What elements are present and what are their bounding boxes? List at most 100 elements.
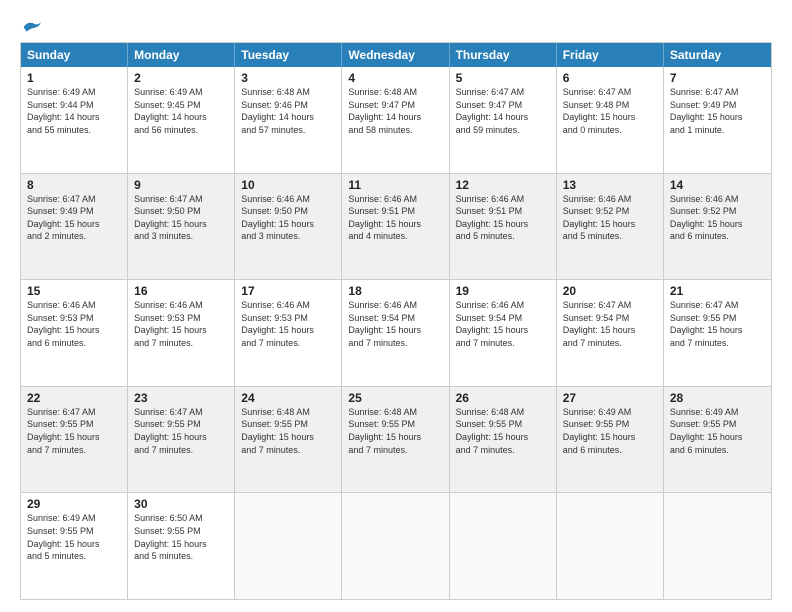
calendar-cell-3: 3Sunrise: 6:48 AM Sunset: 9:46 PM Daylig… [235,67,342,173]
calendar-cell-17: 17Sunrise: 6:46 AM Sunset: 9:53 PM Dayli… [235,280,342,386]
calendar-body: 1Sunrise: 6:49 AM Sunset: 9:44 PM Daylig… [21,67,771,599]
day-number: 24 [241,391,335,405]
calendar-cell-15: 15Sunrise: 6:46 AM Sunset: 9:53 PM Dayli… [21,280,128,386]
calendar-cell-26: 26Sunrise: 6:48 AM Sunset: 9:55 PM Dayli… [450,387,557,493]
day-number: 7 [670,71,765,85]
calendar-cell-23: 23Sunrise: 6:47 AM Sunset: 9:55 PM Dayli… [128,387,235,493]
cell-info-text: Sunrise: 6:46 AM Sunset: 9:50 PM Dayligh… [241,193,335,243]
cell-info-text: Sunrise: 6:47 AM Sunset: 9:50 PM Dayligh… [134,193,228,243]
logo-bird-icon [22,18,44,36]
day-number: 12 [456,178,550,192]
calendar-row-3: 15Sunrise: 6:46 AM Sunset: 9:53 PM Dayli… [21,279,771,386]
header-day-sunday: Sunday [21,43,128,67]
day-number: 6 [563,71,657,85]
header-day-thursday: Thursday [450,43,557,67]
day-number: 30 [134,497,228,511]
cell-info-text: Sunrise: 6:49 AM Sunset: 9:44 PM Dayligh… [27,86,121,136]
calendar-cell-empty [557,493,664,599]
page: SundayMondayTuesdayWednesdayThursdayFrid… [0,0,792,612]
cell-info-text: Sunrise: 6:47 AM Sunset: 9:49 PM Dayligh… [670,86,765,136]
calendar-cell-30: 30Sunrise: 6:50 AM Sunset: 9:55 PM Dayli… [128,493,235,599]
cell-info-text: Sunrise: 6:47 AM Sunset: 9:48 PM Dayligh… [563,86,657,136]
calendar-cell-18: 18Sunrise: 6:46 AM Sunset: 9:54 PM Dayli… [342,280,449,386]
calendar-header: SundayMondayTuesdayWednesdayThursdayFrid… [21,43,771,67]
calendar-cell-14: 14Sunrise: 6:46 AM Sunset: 9:52 PM Dayli… [664,174,771,280]
calendar-row-2: 8Sunrise: 6:47 AM Sunset: 9:49 PM Daylig… [21,173,771,280]
calendar-row-4: 22Sunrise: 6:47 AM Sunset: 9:55 PM Dayli… [21,386,771,493]
day-number: 25 [348,391,442,405]
header [20,18,772,36]
day-number: 14 [670,178,765,192]
cell-info-text: Sunrise: 6:46 AM Sunset: 9:54 PM Dayligh… [456,299,550,349]
calendar-cell-empty [450,493,557,599]
day-number: 3 [241,71,335,85]
calendar-cell-4: 4Sunrise: 6:48 AM Sunset: 9:47 PM Daylig… [342,67,449,173]
calendar-cell-empty [235,493,342,599]
calendar-cell-10: 10Sunrise: 6:46 AM Sunset: 9:50 PM Dayli… [235,174,342,280]
day-number: 1 [27,71,121,85]
cell-info-text: Sunrise: 6:50 AM Sunset: 9:55 PM Dayligh… [134,512,228,562]
header-day-monday: Monday [128,43,235,67]
cell-info-text: Sunrise: 6:48 AM Sunset: 9:55 PM Dayligh… [241,406,335,456]
header-day-saturday: Saturday [664,43,771,67]
calendar-cell-1: 1Sunrise: 6:49 AM Sunset: 9:44 PM Daylig… [21,67,128,173]
calendar-cell-2: 2Sunrise: 6:49 AM Sunset: 9:45 PM Daylig… [128,67,235,173]
day-number: 23 [134,391,228,405]
cell-info-text: Sunrise: 6:49 AM Sunset: 9:55 PM Dayligh… [27,512,121,562]
cell-info-text: Sunrise: 6:47 AM Sunset: 9:49 PM Dayligh… [27,193,121,243]
day-number: 8 [27,178,121,192]
header-day-tuesday: Tuesday [235,43,342,67]
day-number: 28 [670,391,765,405]
cell-info-text: Sunrise: 6:46 AM Sunset: 9:53 PM Dayligh… [134,299,228,349]
header-day-friday: Friday [557,43,664,67]
calendar-cell-27: 27Sunrise: 6:49 AM Sunset: 9:55 PM Dayli… [557,387,664,493]
day-number: 19 [456,284,550,298]
day-number: 26 [456,391,550,405]
cell-info-text: Sunrise: 6:46 AM Sunset: 9:54 PM Dayligh… [348,299,442,349]
cell-info-text: Sunrise: 6:48 AM Sunset: 9:55 PM Dayligh… [456,406,550,456]
calendar-cell-25: 25Sunrise: 6:48 AM Sunset: 9:55 PM Dayli… [342,387,449,493]
calendar-cell-8: 8Sunrise: 6:47 AM Sunset: 9:49 PM Daylig… [21,174,128,280]
calendar-cell-11: 11Sunrise: 6:46 AM Sunset: 9:51 PM Dayli… [342,174,449,280]
cell-info-text: Sunrise: 6:46 AM Sunset: 9:52 PM Dayligh… [670,193,765,243]
calendar-cell-6: 6Sunrise: 6:47 AM Sunset: 9:48 PM Daylig… [557,67,664,173]
cell-info-text: Sunrise: 6:48 AM Sunset: 9:55 PM Dayligh… [348,406,442,456]
calendar-cell-28: 28Sunrise: 6:49 AM Sunset: 9:55 PM Dayli… [664,387,771,493]
calendar-cell-12: 12Sunrise: 6:46 AM Sunset: 9:51 PM Dayli… [450,174,557,280]
calendar-cell-29: 29Sunrise: 6:49 AM Sunset: 9:55 PM Dayli… [21,493,128,599]
day-number: 15 [27,284,121,298]
day-number: 13 [563,178,657,192]
day-number: 10 [241,178,335,192]
day-number: 11 [348,178,442,192]
cell-info-text: Sunrise: 6:47 AM Sunset: 9:55 PM Dayligh… [27,406,121,456]
day-number: 22 [27,391,121,405]
cell-info-text: Sunrise: 6:46 AM Sunset: 9:52 PM Dayligh… [563,193,657,243]
day-number: 18 [348,284,442,298]
day-number: 17 [241,284,335,298]
calendar-cell-22: 22Sunrise: 6:47 AM Sunset: 9:55 PM Dayli… [21,387,128,493]
calendar-cell-5: 5Sunrise: 6:47 AM Sunset: 9:47 PM Daylig… [450,67,557,173]
calendar-cell-9: 9Sunrise: 6:47 AM Sunset: 9:50 PM Daylig… [128,174,235,280]
cell-info-text: Sunrise: 6:47 AM Sunset: 9:55 PM Dayligh… [134,406,228,456]
day-number: 20 [563,284,657,298]
cell-info-text: Sunrise: 6:48 AM Sunset: 9:47 PM Dayligh… [348,86,442,136]
cell-info-text: Sunrise: 6:46 AM Sunset: 9:53 PM Dayligh… [241,299,335,349]
calendar-row-5: 29Sunrise: 6:49 AM Sunset: 9:55 PM Dayli… [21,492,771,599]
cell-info-text: Sunrise: 6:49 AM Sunset: 9:55 PM Dayligh… [563,406,657,456]
calendar-cell-empty [342,493,449,599]
cell-info-text: Sunrise: 6:46 AM Sunset: 9:53 PM Dayligh… [27,299,121,349]
calendar-cell-7: 7Sunrise: 6:47 AM Sunset: 9:49 PM Daylig… [664,67,771,173]
calendar-cell-21: 21Sunrise: 6:47 AM Sunset: 9:55 PM Dayli… [664,280,771,386]
cell-info-text: Sunrise: 6:49 AM Sunset: 9:55 PM Dayligh… [670,406,765,456]
cell-info-text: Sunrise: 6:47 AM Sunset: 9:54 PM Dayligh… [563,299,657,349]
day-number: 27 [563,391,657,405]
day-number: 29 [27,497,121,511]
day-number: 4 [348,71,442,85]
cell-info-text: Sunrise: 6:49 AM Sunset: 9:45 PM Dayligh… [134,86,228,136]
day-number: 16 [134,284,228,298]
calendar-cell-16: 16Sunrise: 6:46 AM Sunset: 9:53 PM Dayli… [128,280,235,386]
cell-info-text: Sunrise: 6:47 AM Sunset: 9:55 PM Dayligh… [670,299,765,349]
day-number: 2 [134,71,228,85]
cell-info-text: Sunrise: 6:46 AM Sunset: 9:51 PM Dayligh… [456,193,550,243]
logo [20,18,44,36]
